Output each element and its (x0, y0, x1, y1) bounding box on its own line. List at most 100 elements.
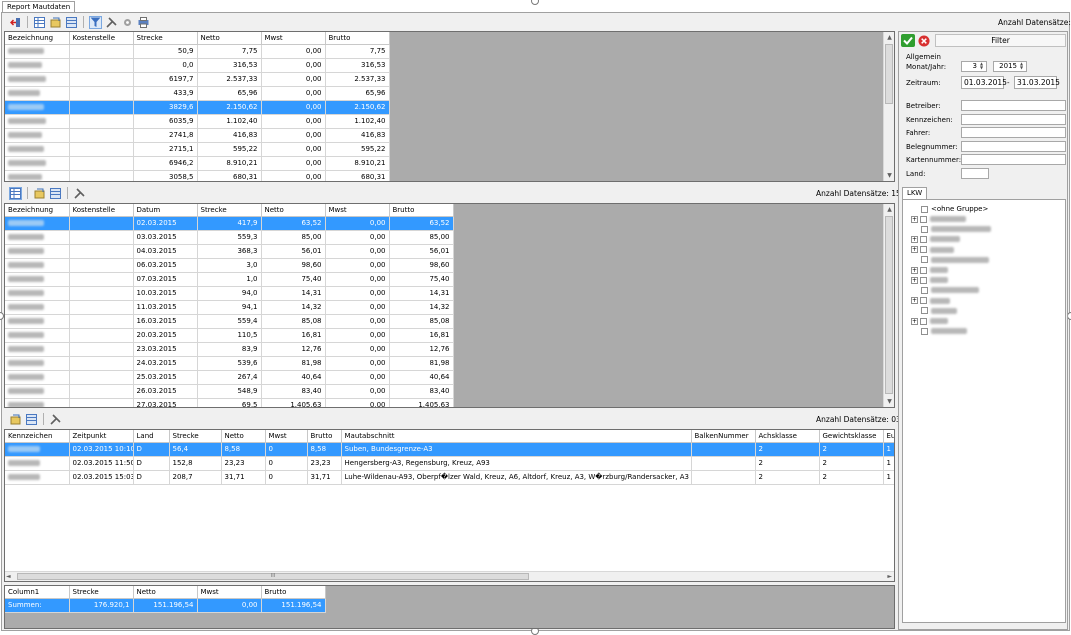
scroll-up-icon[interactable]: ▲ (884, 204, 894, 215)
column-header[interactable]: Strecke (197, 204, 262, 217)
filter-field-input[interactable] (961, 154, 1066, 165)
grid2-vertical-scrollbar[interactable]: ▲ ▼ (883, 204, 894, 407)
table-row[interactable]: 02.03.2015 15:03 D 208,7 31,71 0 31,71 Luhe-Wi… (5, 470, 894, 485)
expand-icon[interactable]: + (911, 246, 918, 254)
column-header[interactable]: Netto (221, 430, 266, 443)
export-button[interactable] (33, 187, 46, 200)
checkbox[interactable] (921, 205, 928, 213)
grid1-vertical-scrollbar[interactable]: ▲ ▼ (883, 32, 894, 181)
checkbox[interactable] (920, 235, 927, 243)
table-row[interactable]: 11.03.2015 94,1 14,32 0,00 14,32 (5, 300, 454, 315)
column-header[interactable]: Strecke (169, 430, 222, 443)
tree-item[interactable]: + (911, 234, 960, 244)
scroll-down-icon[interactable]: ▼ (884, 396, 894, 407)
column-header[interactable]: Strecke (133, 32, 198, 45)
table-row[interactable]: 50,9 7,75 0,00 7,75 (5, 44, 390, 59)
column-header[interactable]: Brutto (307, 430, 342, 443)
table-row[interactable]: 03.03.2015 559,3 85,00 0,00 85,00 (5, 230, 454, 245)
filter-field-input[interactable] (961, 140, 1066, 152)
table-row[interactable]: 04.03.2015 368,3 56,01 0,00 56,01 (5, 244, 454, 259)
table-row[interactable]: 10.03.2015 94,0 14,31 0,00 14,31 (5, 286, 454, 301)
checkbox[interactable] (921, 327, 928, 335)
export-button[interactable] (9, 413, 22, 426)
grid-view-button[interactable] (33, 16, 46, 29)
table-row[interactable]: 23.03.2015 83,9 12,76 0,00 12,76 (5, 342, 454, 357)
column-header[interactable]: Brutto (325, 32, 390, 45)
table-row[interactable]: 07.03.2015 1,0 75,40 0,00 75,40 (5, 272, 454, 287)
expand-icon[interactable]: + (911, 215, 918, 223)
tools-button[interactable] (105, 16, 118, 29)
column-header[interactable]: Netto (197, 32, 262, 45)
tree-item[interactable]: + (911, 245, 954, 255)
column-header[interactable]: Euro (883, 430, 894, 443)
tree-item[interactable]: + (911, 275, 948, 285)
table-row[interactable]: 27.03.2015 69,5 1.405,63 0,00 1.405,63 (5, 398, 454, 407)
print-button[interactable] (137, 16, 150, 29)
column-header[interactable]: Netto (133, 586, 198, 599)
table-row[interactable]: 6946,2 8.910,21 0,00 8.910,21 (5, 156, 390, 171)
table-row[interactable]: 0,0 316,53 0,00 316,53 (5, 58, 390, 73)
expand-icon[interactable]: + (911, 235, 918, 243)
column-header[interactable]: Achsklasse (755, 430, 820, 443)
exit-button[interactable] (9, 16, 22, 29)
column-header[interactable]: Kennzeichen (5, 430, 70, 443)
table-button[interactable] (25, 413, 38, 426)
filter-field-input[interactable] (961, 167, 989, 179)
date-from-input[interactable]: 01.03.2015 (961, 76, 1007, 89)
column-header[interactable]: Mautabschnitt (341, 430, 692, 443)
expand-icon[interactable]: + (911, 266, 918, 274)
scroll-thumb[interactable] (885, 44, 893, 104)
scroll-thumb[interactable] (885, 216, 893, 394)
checkbox[interactable] (921, 225, 928, 233)
column-header[interactable]: Gewichtsklasse (819, 430, 884, 443)
reset-filter-button[interactable] (917, 34, 931, 47)
checkbox[interactable] (920, 215, 927, 223)
tree-item[interactable] (921, 306, 957, 316)
tab-lkw[interactable]: LKW (902, 187, 928, 199)
column-header[interactable]: Bezeichnung (5, 204, 70, 217)
checkbox[interactable] (921, 256, 928, 264)
checkbox[interactable] (920, 317, 927, 325)
tree-item[interactable] (921, 255, 989, 265)
expand-icon[interactable]: + (911, 317, 918, 325)
column-header[interactable]: Land (133, 430, 170, 443)
table-row[interactable]: 20.03.2015 110,5 16,81 0,00 16,81 (5, 328, 454, 343)
settings-button[interactable] (121, 16, 134, 29)
column-header[interactable]: Brutto (389, 204, 454, 217)
table-row[interactable]: 433,9 65,96 0,00 65,96 (5, 86, 390, 101)
table-row[interactable]: 24.03.2015 539,6 81,98 0,00 81,98 (5, 356, 454, 371)
column-header[interactable]: Mwst (265, 430, 308, 443)
table-row[interactable]: 16.03.2015 559,4 85,08 0,00 85,08 (5, 314, 454, 329)
column-header[interactable]: Datum (133, 204, 198, 217)
month-spinner[interactable]: ▲ ▼ (980, 62, 986, 71)
tree-item[interactable]: + (911, 265, 948, 275)
hscroll-thumb[interactable]: III (17, 573, 529, 580)
tree-item[interactable] (921, 285, 979, 295)
tree-item[interactable] (921, 326, 967, 336)
column-header[interactable]: Kostenstelle (69, 204, 134, 217)
column-header[interactable]: Brutto (261, 586, 326, 599)
table-row[interactable]: 02.03.2015 417,9 63,52 0,00 63,52 (5, 216, 454, 231)
tree-item[interactable]: + (911, 296, 950, 306)
grid-view-button[interactable] (9, 186, 22, 200)
table-row[interactable]: 3058,5 680,31 0,00 680,31 (5, 170, 390, 181)
grid3-horizontal-scrollbar[interactable]: ◄ III ► (5, 571, 894, 581)
filter-field-input[interactable] (961, 100, 1066, 111)
filter-field-input[interactable] (961, 113, 1066, 125)
tree-item[interactable] (921, 224, 991, 234)
table-row[interactable]: 6035,9 1.102,40 0,00 1.102,40 (5, 114, 390, 129)
tools-button[interactable] (73, 187, 86, 200)
column-header[interactable]: Zeitpunkt (69, 430, 134, 443)
tree-item-no-group[interactable]: <ohne Gruppe> (921, 204, 988, 214)
export-button[interactable] (49, 16, 62, 29)
table-row[interactable]: 25.03.2015 267,4 40,64 0,00 40,64 (5, 370, 454, 385)
apply-filter-button[interactable] (901, 34, 915, 47)
checkbox[interactable] (920, 297, 927, 305)
tools-button[interactable] (49, 413, 62, 426)
table-row[interactable]: 2741,8 416,83 0,00 416,83 (5, 128, 390, 143)
expand-icon[interactable]: + (911, 297, 918, 305)
checkbox[interactable] (920, 246, 927, 254)
filter-field-input[interactable] (961, 127, 1066, 138)
column-header[interactable]: Strecke (69, 586, 134, 599)
year-spinner[interactable]: ▲ ▼ (1020, 62, 1026, 71)
